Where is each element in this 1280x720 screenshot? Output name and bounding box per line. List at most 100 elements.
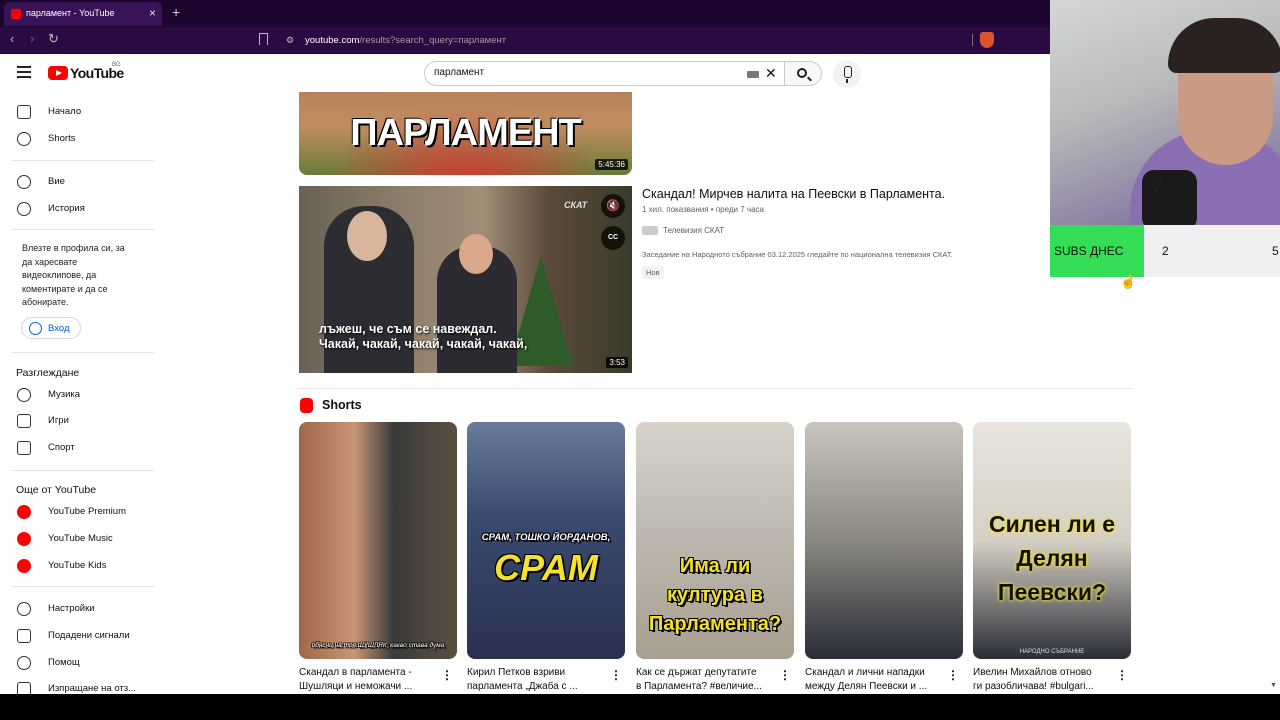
sidebar-item-settings[interactable]: Настройки: [0, 596, 160, 622]
short-thumbnail[interactable]: Силен ли е Делян Пеевски? НАРОДНО СЪБРАН…: [973, 422, 1131, 659]
sidebar-divider: [12, 586, 154, 587]
sidebar-item-premium[interactable]: YouTube Premium: [0, 499, 160, 525]
title-line: Шушляци и неможачи ...: [299, 681, 413, 692]
subs-label: SUBS ДНЕС: [1054, 244, 1124, 258]
sidebar-item-label: YouTube Premium: [48, 506, 126, 517]
short-title[interactable]: Кирил Петков взриви парламента „Джаба с .…: [467, 666, 607, 694]
video-thumbnail[interactable]: ПАРЛАМЕНТ 5:45:36: [299, 92, 632, 175]
webcam-figure: [1168, 18, 1280, 73]
more-from-youtube-header: Още от YouTube: [16, 484, 97, 496]
sidebar-item-shorts[interactable]: Shorts: [0, 126, 160, 152]
title-line: парламента „Джаба с ...: [467, 681, 578, 692]
sidebar-item-label: Помощ: [48, 657, 80, 668]
short-title[interactable]: Скандал и лични нападки между Делян Пеевс…: [805, 666, 945, 694]
sidebar-item-label: Настройки: [48, 603, 95, 614]
toolbar-separator: [972, 34, 973, 46]
more-actions-icon[interactable]: ⋮: [441, 668, 453, 682]
sidebar-item-label: Изпращане на отз...: [48, 683, 137, 694]
new-tab-icon[interactable]: +: [172, 4, 180, 20]
tab-title: парламент - YouTube: [26, 8, 115, 18]
sidebar: Начало Shorts Вие История Влезте в профи…: [0, 92, 160, 694]
forward-icon[interactable]: ›: [30, 31, 34, 46]
sidebar-item-label: Начало: [48, 106, 82, 117]
more-actions-icon[interactable]: ⋮: [610, 668, 622, 682]
title-line: Как се държат депутатите: [636, 667, 757, 678]
sidebar-item-yt-kids[interactable]: YouTube Kids: [0, 553, 160, 579]
thumbnail-figure: [459, 234, 493, 274]
sidebar-item-label: YouTube Kids: [48, 560, 107, 571]
short-thumbnail[interactable]: [805, 422, 963, 659]
subs-label-box: SUBS ДНЕС: [1050, 225, 1144, 277]
more-actions-icon[interactable]: ⋮: [1116, 668, 1128, 682]
search-box: ✕: [424, 61, 785, 86]
title-line: Ивелин Михайлов отново: [973, 667, 1092, 678]
youtube-premium-icon: [17, 505, 31, 519]
scroll-down-arrow-icon[interactable]: ▼: [1270, 682, 1277, 689]
video-thumbnail[interactable]: СКАТ 🔇 CC лъжеш, че съм се навеждал. Чака…: [299, 186, 632, 373]
mute-button[interactable]: 🔇: [601, 194, 625, 218]
subs-goal: 5: [1272, 244, 1279, 258]
close-tab-icon[interactable]: ×: [149, 6, 156, 20]
menu-icon[interactable]: [17, 66, 31, 78]
country-code: BG: [112, 62, 121, 68]
sidebar-item-label: YouTube Music: [48, 533, 113, 544]
brave-shield-icon[interactable]: [980, 32, 994, 48]
sidebar-item-home[interactable]: Начало: [0, 99, 160, 125]
sidebar-item-feedback[interactable]: Изпращане на отз...: [0, 676, 160, 694]
reload-icon[interactable]: ↻: [48, 31, 59, 47]
sidebar-item-sports[interactable]: Спорт: [0, 435, 160, 461]
view-count: 1 хил. показвания: [642, 205, 709, 214]
short-title[interactable]: Как се държат депутатите в Парламента? #в…: [636, 666, 776, 694]
sidebar-item-history[interactable]: История: [0, 196, 160, 222]
more-actions-icon[interactable]: ⋮: [779, 668, 791, 682]
more-actions-icon[interactable]: ⋮: [947, 668, 959, 682]
short-thumbnail[interactable]: СРАМ, ТОШКО ЙОРДАНОВ, СРАМ: [467, 422, 625, 659]
help-icon: [17, 656, 31, 670]
keyboard-icon[interactable]: [747, 71, 759, 78]
thumbnail-caption: НАРОДНО СЪБРАНИЕ: [1019, 649, 1085, 655]
video-title[interactable]: Скандал! Мирчев налита на Пеевски в Парл…: [642, 187, 945, 201]
sidebar-divider: [12, 352, 154, 353]
voice-search-button[interactable]: [833, 60, 861, 88]
explore-header: Разглеждане: [16, 367, 80, 379]
sidebar-item-report-history[interactable]: Подадени сигнали: [0, 623, 160, 649]
short-title[interactable]: Ивелин Михайлов отново ги разобличава! #b…: [973, 666, 1113, 694]
video-metadata: 1 хил. показвания • преди 7 часа: [642, 205, 764, 214]
clear-search-icon[interactable]: ✕: [765, 65, 777, 82]
sidebar-item-yt-music[interactable]: YouTube Music: [0, 526, 160, 552]
thumbnail-text: ПАРЛАМЕНТ: [350, 112, 581, 154]
back-icon[interactable]: ‹: [10, 31, 14, 46]
url-field[interactable]: youtube.com/results?search_query=парламе…: [305, 35, 506, 46]
short-title[interactable]: Скандал в парламента - Шушляци и неможачи…: [299, 666, 439, 694]
sidebar-item-help[interactable]: Помощ: [0, 650, 160, 676]
short-thumbnail[interactable]: обясни на тоя ШУШЛЯК, какво става дума: [299, 422, 457, 659]
sidebar-item-label: Спорт: [48, 442, 75, 453]
search-input[interactable]: [434, 67, 734, 78]
upload-age: преди 7 часа: [715, 205, 764, 214]
thumbnail-figure: [347, 211, 387, 261]
sidebar-item-gaming[interactable]: Игри: [0, 408, 160, 434]
search-button[interactable]: [784, 61, 822, 86]
captions-button[interactable]: CC: [601, 226, 625, 250]
gear-icon: [17, 602, 31, 616]
youtube-music-icon: [17, 532, 31, 546]
music-icon: [17, 388, 31, 402]
short-thumbnail[interactable]: Има ли култура в Парламента?: [636, 422, 794, 659]
title-line: между Делян Пеевски и ...: [805, 681, 928, 692]
sidebar-divider: [12, 470, 154, 471]
signin-button[interactable]: Вход: [21, 317, 81, 339]
browser-tab[interactable]: парламент - YouTube ×: [4, 2, 162, 26]
site-info-icon[interactable]: ⚙: [286, 35, 294, 46]
sidebar-item-music[interactable]: Музика: [0, 382, 160, 408]
hand-cursor-icon: ☝: [1120, 274, 1137, 289]
channel-row[interactable]: Телевизия СКАТ: [642, 226, 725, 236]
trophy-icon: [17, 441, 31, 455]
channel-watermark: СКАТ: [564, 200, 588, 210]
channel-name: Телевизия СКАТ: [663, 226, 725, 235]
thumbnail-caption: Има ли култура в Парламента?: [648, 555, 782, 635]
gamepad-icon: [17, 414, 31, 428]
sidebar-item-you[interactable]: Вие: [0, 169, 160, 195]
bookmark-icon[interactable]: [259, 33, 268, 45]
caption-line: Чакай, чакай, чакай, чакай, чакай,: [319, 337, 528, 351]
sidebar-item-label: Вие: [48, 176, 65, 187]
